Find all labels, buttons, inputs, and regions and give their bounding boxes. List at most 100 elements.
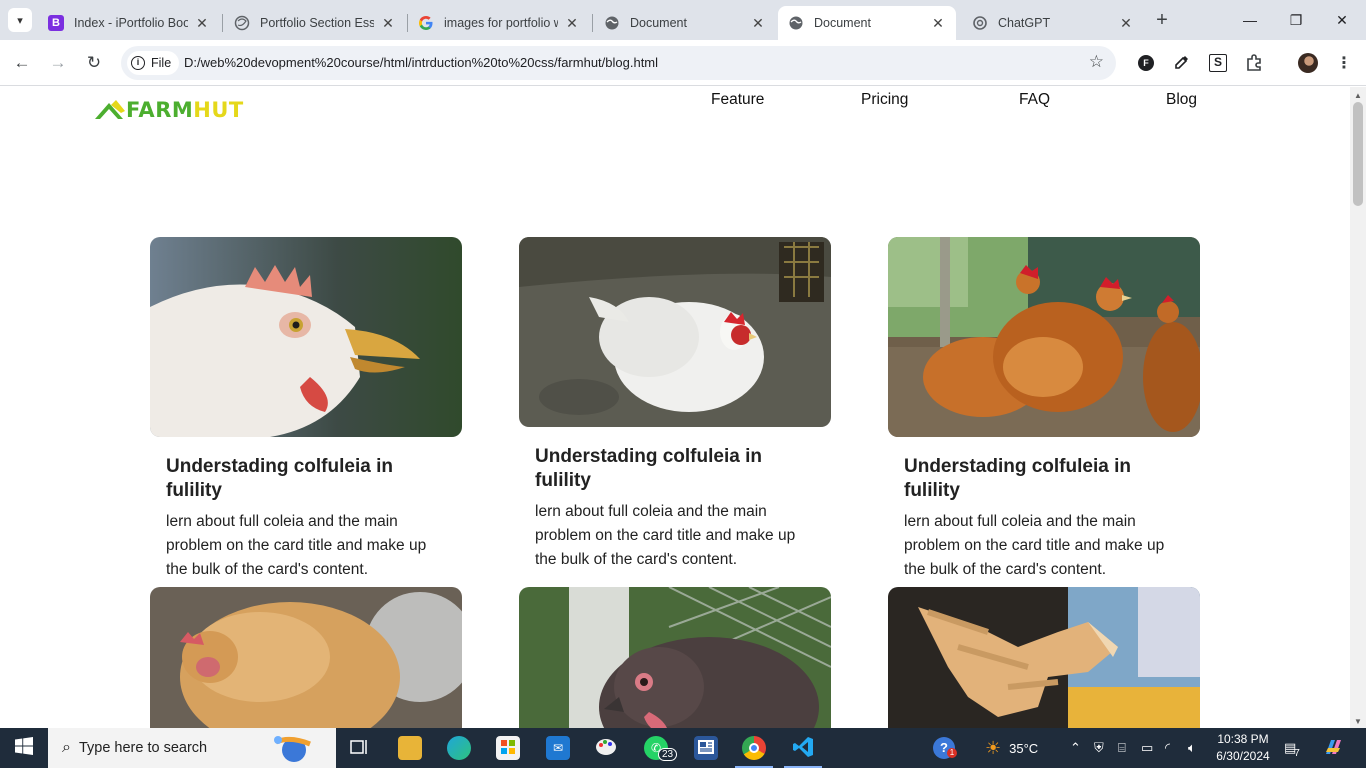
close-icon[interactable]: ✕ xyxy=(1118,15,1134,32)
task-view-button[interactable] xyxy=(348,736,372,760)
weather-widget[interactable]: ☀ 35°C xyxy=(985,728,1038,768)
extensions-button[interactable] xyxy=(1244,53,1264,73)
battery-tray-icon[interactable]: ▭ xyxy=(1141,728,1153,768)
tab-search-button[interactable]: ▾ xyxy=(8,8,32,32)
device-icon: ⌸ xyxy=(1118,740,1126,755)
logo-farm: FARM xyxy=(126,98,194,122)
restore-button[interactable]: ❐ xyxy=(1273,8,1319,32)
tab-title: images for portfolio w xyxy=(444,16,558,30)
blog-card[interactable]: Understading colfuleia in fulility lern … xyxy=(888,237,1200,582)
close-icon[interactable]: ✕ xyxy=(380,15,396,32)
whatsapp-button[interactable]: ✆ 23 xyxy=(644,736,678,761)
nav-faq[interactable]: FAQ xyxy=(1019,91,1050,109)
blog-card[interactable]: Understading colfuleia in fulility lern … xyxy=(519,237,831,572)
search-icon: ⌕ xyxy=(62,739,71,756)
nav-pricing[interactable]: Pricing xyxy=(861,91,908,109)
scroll-thumb[interactable] xyxy=(1353,102,1363,206)
nav-feature[interactable]: Feature xyxy=(711,91,764,109)
close-icon[interactable]: ✕ xyxy=(930,15,946,32)
puzzle-icon xyxy=(1245,53,1263,74)
shield-icon: ⛨ xyxy=(1094,740,1104,755)
tab-title: ChatGPT xyxy=(998,16,1051,30)
news-button[interactable] xyxy=(694,736,718,760)
tab-document-active[interactable]: Document ✕ xyxy=(778,6,956,40)
blog-card[interactable] xyxy=(888,587,1200,728)
help-tray-icon[interactable]: ? 1 xyxy=(933,728,957,768)
mail-icon: ✉ xyxy=(552,741,564,755)
close-icon[interactable]: ✕ xyxy=(564,15,580,32)
tab-chatgpt[interactable]: ChatGPT ✕ xyxy=(962,6,1144,40)
tab-portfolio-section[interactable]: Portfolio Section Esse ✕ xyxy=(224,6,406,40)
web-page: FARMHUT Feature Pricing FAQ Blog Underst… xyxy=(0,87,1350,728)
close-window-button[interactable]: ✕ xyxy=(1319,8,1365,32)
chrome-icon xyxy=(749,743,759,753)
edge-button[interactable] xyxy=(447,736,471,760)
card-image xyxy=(888,237,1200,437)
roof-logo-icon xyxy=(94,99,126,121)
forward-button[interactable]: → xyxy=(46,51,70,75)
chrome-button[interactable] xyxy=(742,736,766,760)
browser-menu-button[interactable]: ⋮ xyxy=(1334,53,1354,73)
farmhut-logo[interactable]: FARMHUT xyxy=(94,98,244,122)
extension-s-button[interactable]: S xyxy=(1208,53,1228,73)
show-hidden-icons[interactable]: ⌃ xyxy=(1070,728,1081,768)
search-placeholder: Type here to search xyxy=(78,740,208,756)
card-title: Understading colfuleia in fulility xyxy=(535,446,762,491)
site-info-chip[interactable]: i File xyxy=(127,51,180,75)
mail-button[interactable]: ✉ xyxy=(546,736,570,760)
notification-center-button[interactable]: ▤ 7 xyxy=(1284,728,1300,768)
card-text: lern about full coleia and the main prob… xyxy=(166,513,427,578)
tab-title: Document xyxy=(630,16,687,30)
store-button[interactable] xyxy=(496,736,520,760)
file-explorer-button[interactable] xyxy=(398,736,422,760)
tab-title: Portfolio Section Esse xyxy=(260,16,374,30)
extension-eyedropper-button[interactable] xyxy=(1172,53,1192,73)
page-scrollbar[interactable]: ▲ ▼ xyxy=(1350,87,1366,728)
card-title: Understading colfuleia in fulility xyxy=(904,456,1131,501)
back-button[interactable]: ← xyxy=(10,51,34,75)
vscode-button[interactable] xyxy=(791,736,815,760)
close-icon[interactable]: ✕ xyxy=(750,15,766,32)
wifi-tray-icon[interactable]: ◜ xyxy=(1165,728,1170,768)
arrow-left-icon: ← xyxy=(13,53,31,72)
new-tab-button[interactable]: + xyxy=(1151,9,1173,31)
more-vertical-icon: ⋮ xyxy=(1336,55,1352,72)
blog-card[interactable]: Understading colfuleia in fulility lern … xyxy=(150,237,462,582)
copilot-button[interactable] xyxy=(1322,728,1344,768)
globe-icon xyxy=(788,15,804,31)
tab-document-1[interactable]: Document ✕ xyxy=(594,6,776,40)
profile-avatar[interactable] xyxy=(1297,52,1319,74)
logo-text: FARMHUT xyxy=(126,98,244,122)
taskbar-search[interactable]: ⌕ Type here to search xyxy=(48,728,336,768)
minimize-icon: — xyxy=(1243,12,1257,28)
tab-iportfolio[interactable]: B Index - iPortfolio Boo ✕ xyxy=(38,6,220,40)
search-highlight-icon xyxy=(262,732,322,769)
minimize-button[interactable]: — xyxy=(1227,8,1273,32)
volume-tray-icon[interactable]: 🔈︎ xyxy=(1188,728,1196,768)
extension-f-button[interactable]: F xyxy=(1136,53,1156,73)
scroll-up-icon[interactable]: ▲ xyxy=(1354,91,1362,100)
nav-blog[interactable]: Blog xyxy=(1166,91,1197,109)
scroll-down-icon[interactable]: ▼ xyxy=(1354,717,1362,726)
card-text: lern about full coleia and the main prob… xyxy=(904,513,1165,578)
tab-separator xyxy=(222,14,223,32)
url-text[interactable]: D:/web%20devopment%20course/html/intrduc… xyxy=(184,55,658,70)
news-icon xyxy=(698,739,714,757)
tab-google-images[interactable]: images for portfolio w ✕ xyxy=(408,6,590,40)
close-icon[interactable]: ✕ xyxy=(194,15,210,32)
palette-icon xyxy=(595,736,617,761)
close-icon: ✕ xyxy=(1336,12,1348,28)
card-image xyxy=(519,237,831,427)
address-bar[interactable]: i File D:/web%20devopment%20course/html/… xyxy=(121,46,1116,80)
taskbar-clock[interactable]: 10:38 PM 6/30/2024 xyxy=(1212,731,1274,765)
security-tray-icon[interactable]: ⛨ xyxy=(1094,728,1104,768)
paint-button[interactable] xyxy=(594,736,618,760)
blog-card[interactable] xyxy=(150,587,462,728)
start-button[interactable] xyxy=(0,728,48,768)
blog-card[interactable] xyxy=(519,587,831,728)
network-device-tray-icon[interactable]: ⌸ xyxy=(1118,728,1126,768)
bookmark-star-icon[interactable]: ☆ xyxy=(1089,52,1104,72)
globe-icon xyxy=(234,15,250,31)
task-view-icon xyxy=(350,738,370,759)
reload-button[interactable]: ↻ xyxy=(82,51,106,75)
